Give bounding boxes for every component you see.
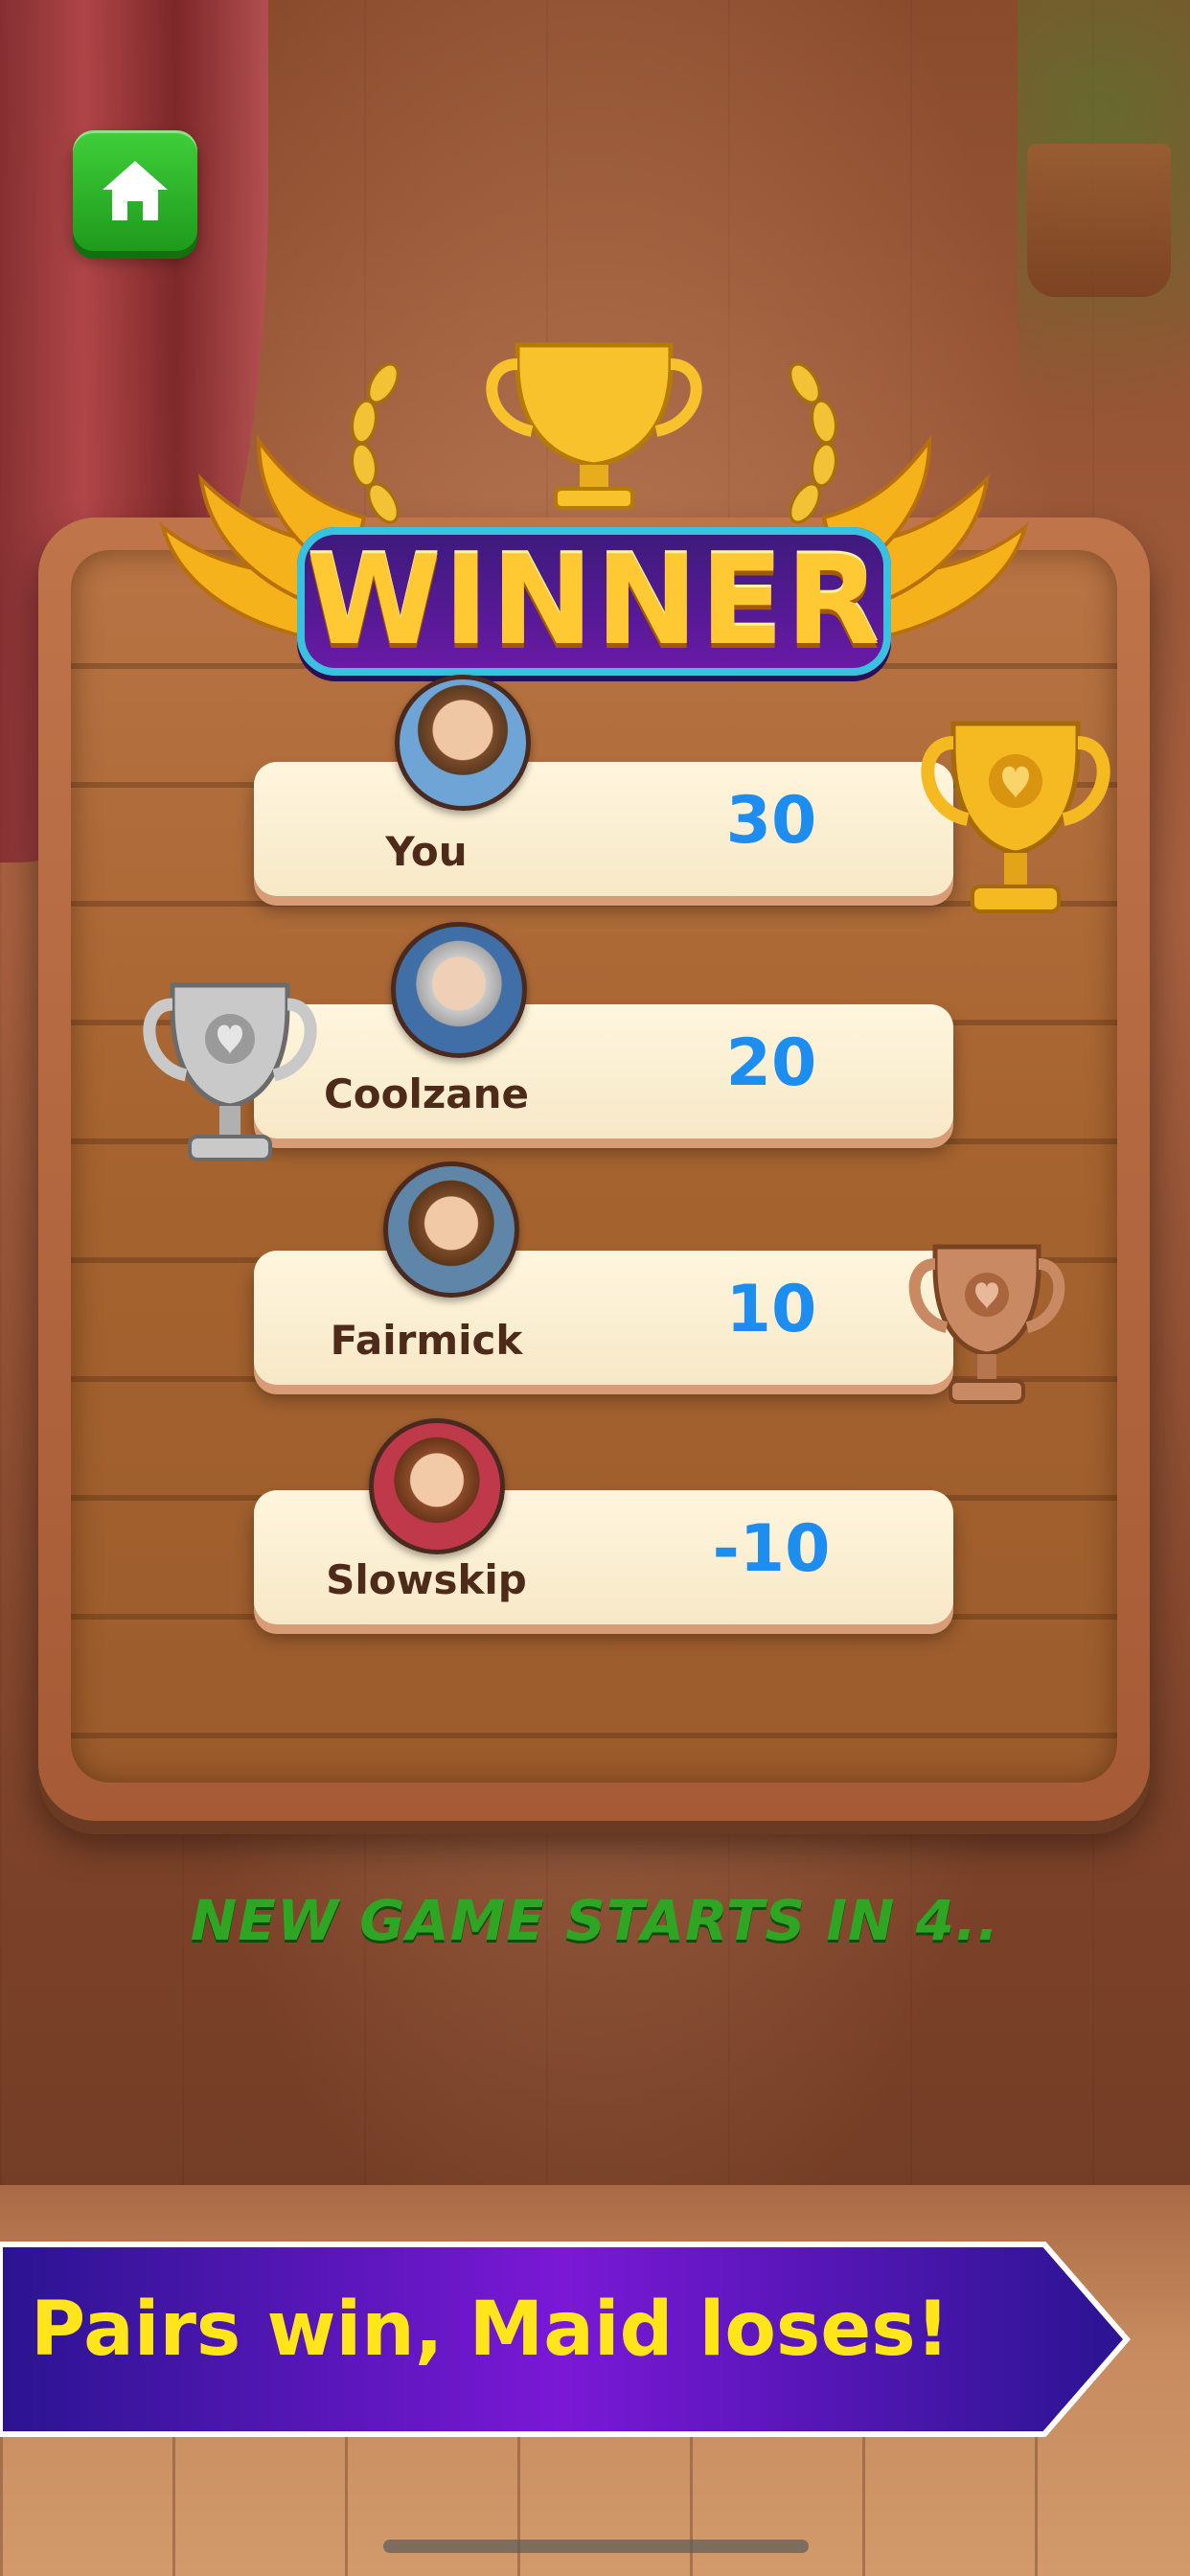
player-score: 10 xyxy=(725,1272,817,1347)
player-name: Fairmick xyxy=(330,1317,523,1364)
banner-text: Pairs win, Maid loses! xyxy=(31,2287,950,2373)
player-row-4: Slowskip -10 xyxy=(254,1490,953,1624)
silver-trophy-icon xyxy=(143,982,317,1162)
home-icon xyxy=(103,161,168,220)
bronze-trophy-icon xyxy=(908,1244,1065,1404)
winner-title: WINNER xyxy=(306,529,882,673)
player-row-1: You 30 xyxy=(254,762,953,896)
player-row-3: Fairmick 10 xyxy=(254,1251,953,1385)
player-name: You xyxy=(385,828,468,875)
cup-icon xyxy=(486,342,702,510)
player-name: Slowskip xyxy=(326,1556,527,1603)
player-score: 20 xyxy=(725,1025,817,1101)
flower-pot-decoration xyxy=(1027,144,1171,297)
winner-title-plate: WINNER xyxy=(297,527,891,676)
gold-trophy-icon xyxy=(921,721,1110,913)
avatar xyxy=(391,922,527,1058)
player-score: -10 xyxy=(712,1511,831,1587)
home-indicator[interactable] xyxy=(383,2540,809,2553)
home-button[interactable] xyxy=(73,130,197,251)
avatar xyxy=(369,1418,505,1554)
player-name: Coolzane xyxy=(323,1070,530,1117)
tip-banner: Pairs win, Maid loses! xyxy=(0,2241,1131,2438)
avatar xyxy=(383,1162,519,1298)
avatar xyxy=(395,675,531,811)
countdown-text: NEW GAME STARTS IN 4.. xyxy=(190,1888,1000,1953)
player-row-2: Coolzane 20 xyxy=(254,1004,953,1138)
player-score: 30 xyxy=(725,783,817,859)
winner-header: WINNER xyxy=(144,335,1044,690)
